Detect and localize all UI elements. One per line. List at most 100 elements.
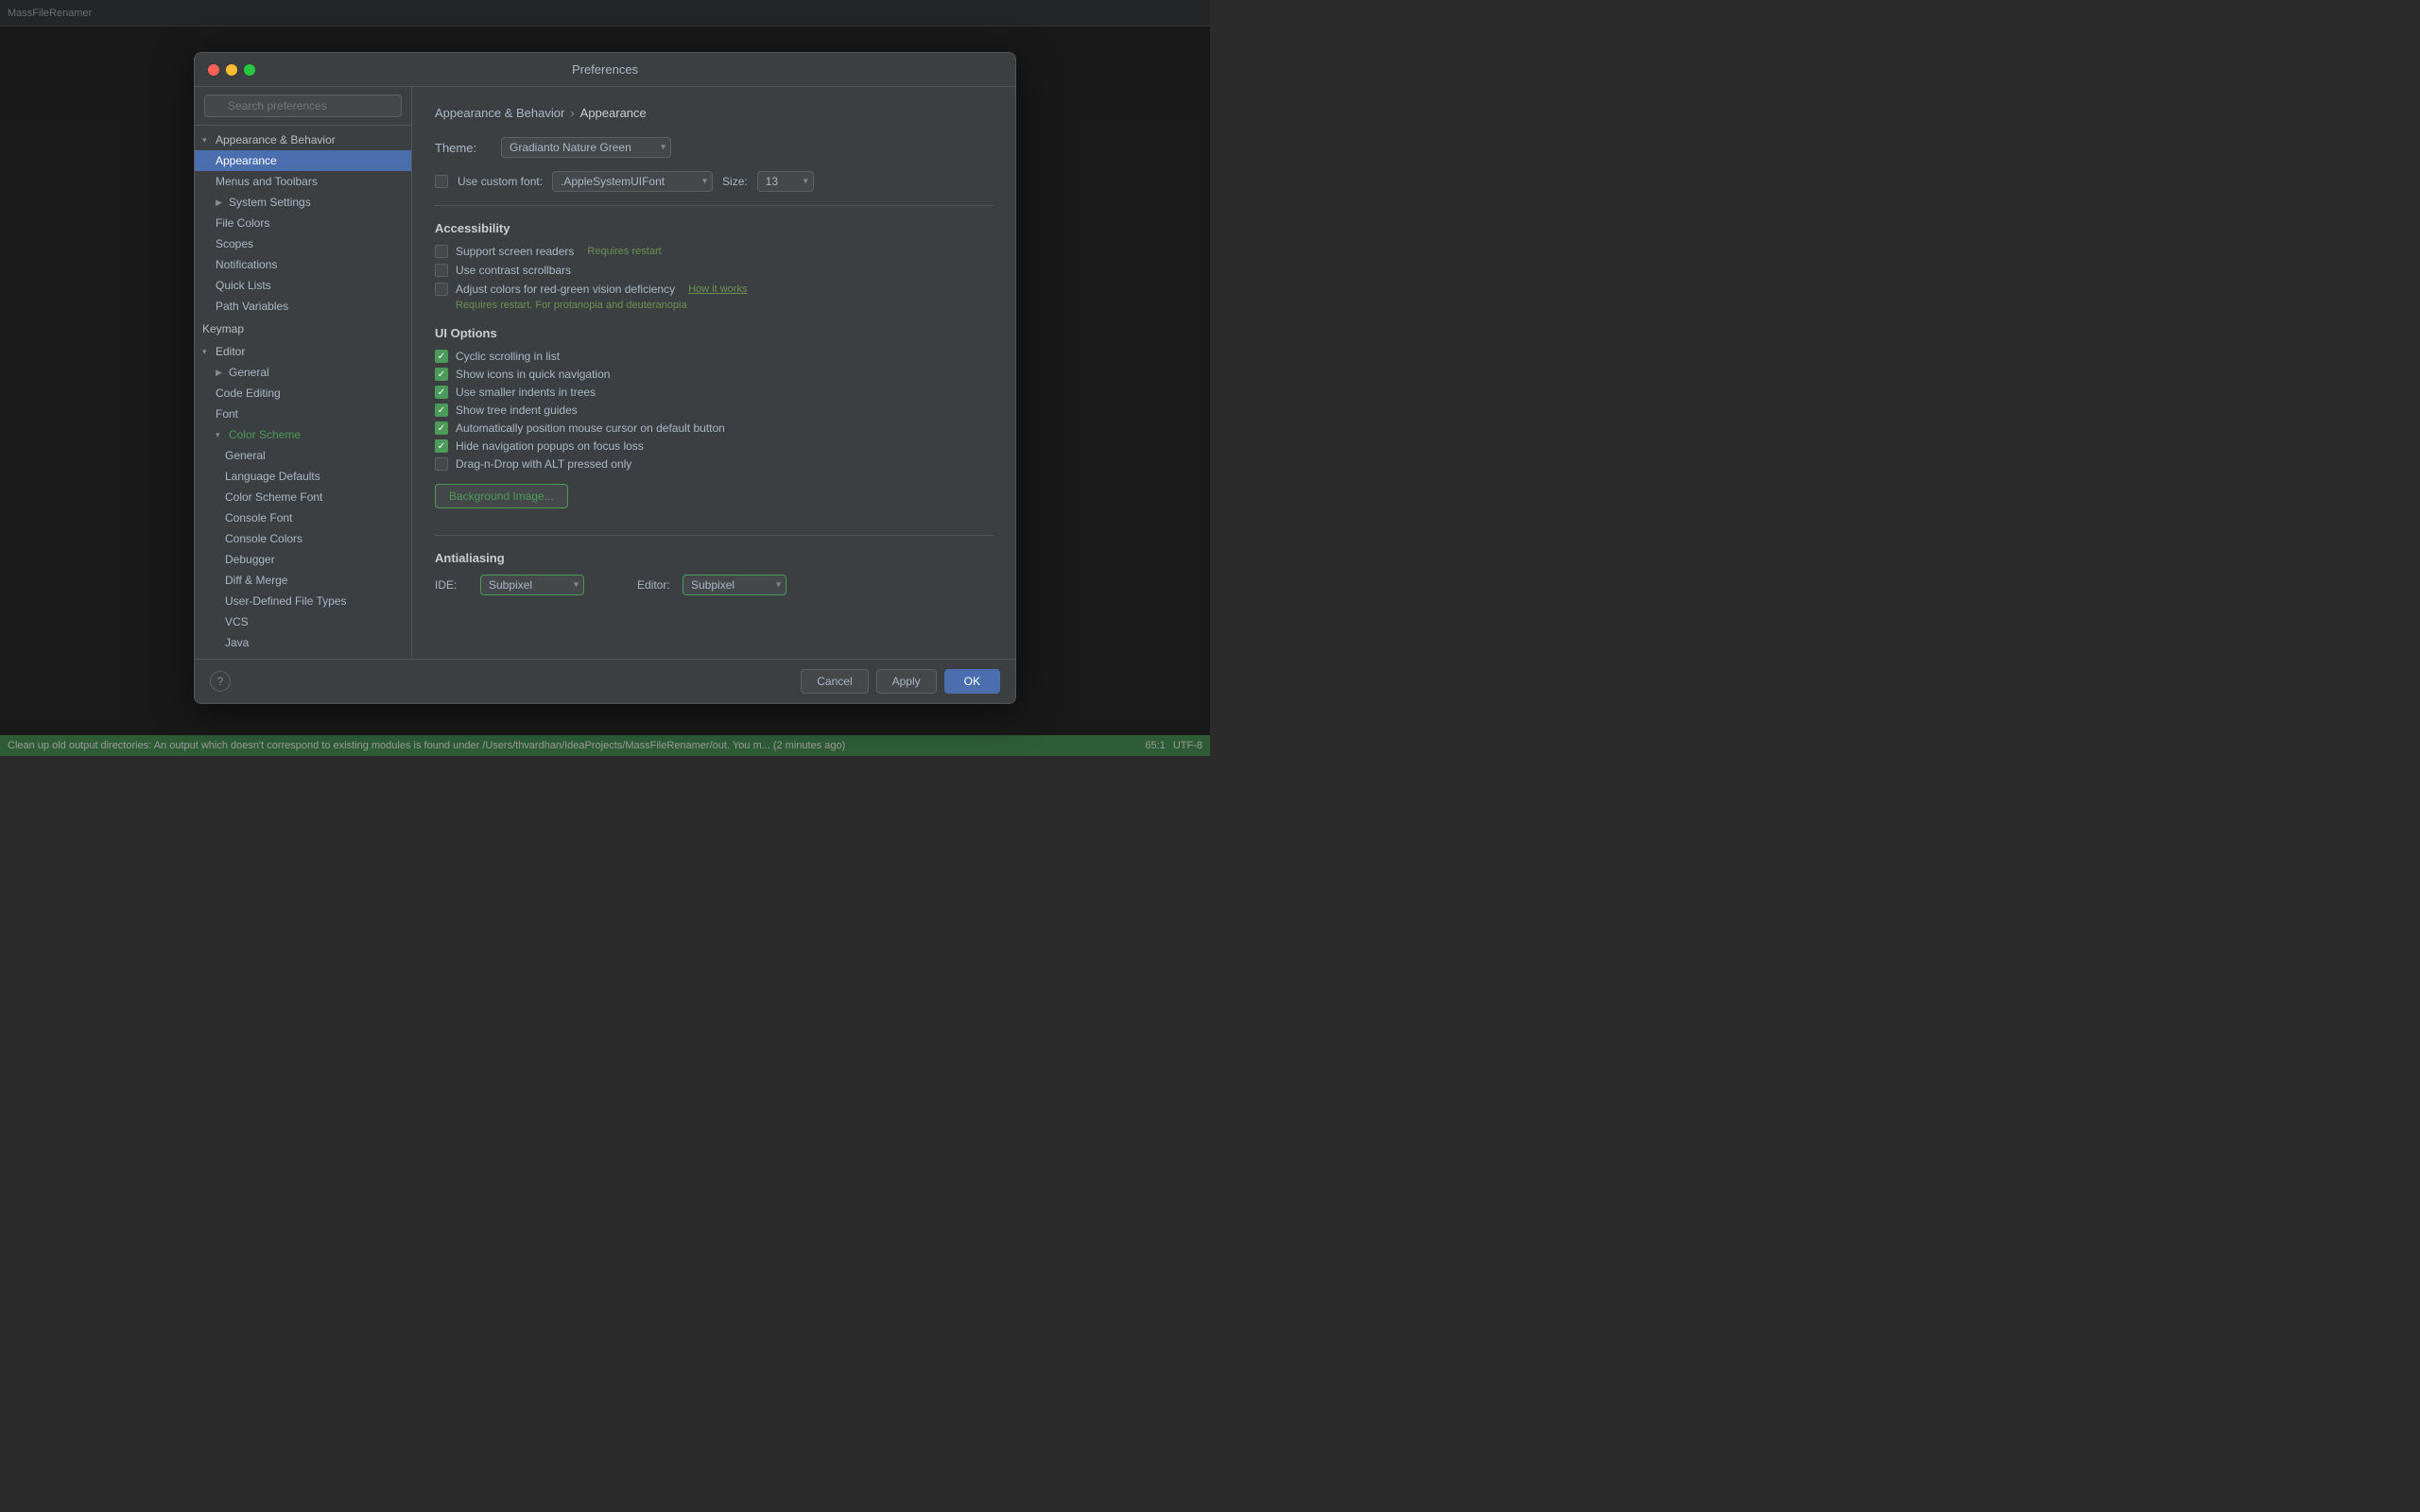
- drag-drop-alt-checkbox[interactable]: [435, 457, 448, 471]
- sidebar-item-system-settings[interactable]: ▶ System Settings: [195, 192, 411, 213]
- sidebar-item-label: General: [229, 366, 269, 379]
- sidebar-item-color-scheme-font[interactable]: Color Scheme Font: [195, 487, 411, 507]
- sidebar-item-debugger[interactable]: Debugger: [195, 549, 411, 570]
- sidebar-item-label: Debugger: [225, 553, 275, 566]
- sidebar-item-label: General: [225, 449, 266, 462]
- sidebar-item-code-editing[interactable]: Code Editing: [195, 383, 411, 404]
- editor-aa-label: Editor:: [637, 578, 675, 592]
- how-it-works-link[interactable]: How it works: [688, 284, 747, 295]
- sidebar-item-user-defined-file-types[interactable]: User-Defined File Types: [195, 591, 411, 611]
- contrast-scrollbars-checkbox[interactable]: [435, 264, 448, 277]
- ide-aa-label: IDE:: [435, 578, 473, 592]
- help-button[interactable]: ?: [210, 671, 231, 692]
- sidebar-item-color-scheme[interactable]: ▾ Color Scheme: [195, 424, 411, 445]
- sidebar-item-color-scheme-general[interactable]: General: [195, 445, 411, 466]
- sidebar-item-label: Language Defaults: [225, 470, 320, 483]
- screen-readers-row: Support screen readers Requires restart: [435, 245, 993, 258]
- expand-arrow: ▶: [216, 368, 225, 378]
- drag-drop-alt-label: Drag-n-Drop with ALT pressed only: [456, 457, 631, 471]
- sidebar-item-label: Font: [216, 407, 238, 421]
- sidebar-item-label: Console Font: [225, 511, 292, 524]
- auto-position-mouse-row: Automatically position mouse cursor on d…: [435, 421, 993, 435]
- cyclic-scrolling-checkbox[interactable]: [435, 350, 448, 363]
- ide-aa-select[interactable]: Subpixel: [480, 575, 584, 595]
- theme-row: Theme: Gradianto Nature Green ▾: [435, 137, 993, 158]
- sidebar-item-file-colors[interactable]: File Colors: [195, 213, 411, 233]
- sidebar-item-language-defaults[interactable]: Language Defaults: [195, 466, 411, 487]
- content-area: Appearance & Behavior › Appearance Theme…: [412, 87, 1015, 659]
- divider2: [435, 535, 993, 536]
- footer-buttons: Cancel Apply OK: [801, 669, 1000, 694]
- tree-indent-guides-checkbox[interactable]: [435, 404, 448, 417]
- antialiasing-row: IDE: Subpixel ▾ Editor: Subpixel: [435, 575, 993, 595]
- antialiasing-title: Antialiasing: [435, 551, 993, 565]
- screen-readers-checkbox[interactable]: [435, 245, 448, 258]
- close-button[interactable]: [208, 64, 219, 76]
- sidebar-item-path-variables[interactable]: Path Variables: [195, 296, 411, 317]
- font-select[interactable]: .AppleSystemUIFont: [552, 171, 713, 192]
- contrast-scrollbars-label: Use contrast scrollbars: [456, 264, 571, 277]
- custom-font-checkbox[interactable]: [435, 175, 448, 188]
- sidebar-item-notifications[interactable]: Notifications: [195, 254, 411, 275]
- show-icons-checkbox[interactable]: [435, 368, 448, 381]
- sidebar-item-font[interactable]: Font: [195, 404, 411, 424]
- font-row: Use custom font: .AppleSystemUIFont ▾ Si…: [435, 171, 993, 192]
- custom-font-label: Use custom font:: [458, 175, 543, 188]
- background-image-button[interactable]: Background Image...: [435, 484, 568, 508]
- editor-aa-select[interactable]: Subpixel: [683, 575, 786, 595]
- sidebar-item-label: Java: [225, 636, 249, 649]
- dialog-body: ⌕ ▾ Appearance & Behavior Appearance Men…: [195, 87, 1015, 659]
- size-label: Size:: [722, 175, 748, 188]
- hide-nav-popups-row: Hide navigation popups on focus loss: [435, 439, 993, 453]
- breadcrumb-current: Appearance: [580, 106, 647, 120]
- size-select[interactable]: 13: [757, 171, 814, 192]
- tree-indent-guides-label: Show tree indent guides: [456, 404, 578, 417]
- sidebar-item-quick-lists[interactable]: Quick Lists: [195, 275, 411, 296]
- smaller-indents-checkbox[interactable]: [435, 386, 448, 399]
- modal-overlay: Preferences ⌕ ▾ Appearance & Behavior: [0, 0, 1210, 756]
- ui-options-title: UI Options: [435, 326, 993, 340]
- dialog-footer: ? Cancel Apply OK: [195, 659, 1015, 703]
- minimize-button[interactable]: [226, 64, 237, 76]
- sidebar-item-java[interactable]: Java: [195, 632, 411, 653]
- dialog-title-bar: Preferences: [195, 53, 1015, 87]
- search-input[interactable]: [204, 94, 402, 117]
- maximize-button[interactable]: [244, 64, 255, 76]
- cancel-button[interactable]: Cancel: [801, 669, 868, 694]
- expand-arrow: ▾: [202, 347, 212, 357]
- sidebar-item-label: Scopes: [216, 237, 253, 250]
- sidebar-item-editor[interactable]: ▾ Editor: [195, 341, 411, 362]
- sidebar-item-console-font[interactable]: Console Font: [195, 507, 411, 528]
- smaller-indents-row: Use smaller indents in trees: [435, 386, 993, 399]
- hide-nav-popups-label: Hide navigation popups on focus loss: [456, 439, 644, 453]
- sidebar-item-diff-merge[interactable]: Diff & Merge: [195, 570, 411, 591]
- sidebar-item-appearance-behavior[interactable]: ▾ Appearance & Behavior: [195, 129, 411, 150]
- expand-arrow: ▾: [202, 135, 212, 146]
- auto-position-mouse-checkbox[interactable]: [435, 421, 448, 435]
- sidebar-item-menus-toolbars[interactable]: Menus and Toolbars: [195, 171, 411, 192]
- sidebar-item-label: VCS: [225, 615, 249, 628]
- sidebar-item-label: Diff & Merge: [225, 574, 287, 587]
- sidebar-item-label: Quick Lists: [216, 279, 271, 292]
- sidebar-item-keymap[interactable]: Keymap: [195, 318, 411, 339]
- sidebar-item-label: Notifications: [216, 258, 277, 271]
- sidebar-item-label: Menus and Toolbars: [216, 175, 318, 188]
- sidebar-item-label: Appearance: [216, 154, 277, 167]
- apply-button[interactable]: Apply: [876, 669, 937, 694]
- screen-readers-note: Requires restart: [587, 246, 661, 257]
- drag-drop-alt-row: Drag-n-Drop with ALT pressed only: [435, 457, 993, 471]
- cyclic-scrolling-row: Cyclic scrolling in list: [435, 350, 993, 363]
- theme-label: Theme:: [435, 141, 492, 155]
- breadcrumb-separator: ›: [570, 106, 574, 120]
- sidebar-item-console-colors[interactable]: Console Colors: [195, 528, 411, 549]
- theme-select[interactable]: Gradianto Nature Green: [501, 137, 671, 158]
- ok-button[interactable]: OK: [944, 669, 1000, 694]
- sidebar-item-general[interactable]: ▶ General: [195, 362, 411, 383]
- sidebar-item-vcs[interactable]: VCS: [195, 611, 411, 632]
- sidebar-item-scopes[interactable]: Scopes: [195, 233, 411, 254]
- red-green-checkbox[interactable]: [435, 283, 448, 296]
- sidebar-item-appearance[interactable]: Appearance: [195, 150, 411, 171]
- sidebar-item-label: Keymap: [202, 322, 244, 335]
- hide-nav-popups-checkbox[interactable]: [435, 439, 448, 453]
- window-controls: [208, 64, 255, 76]
